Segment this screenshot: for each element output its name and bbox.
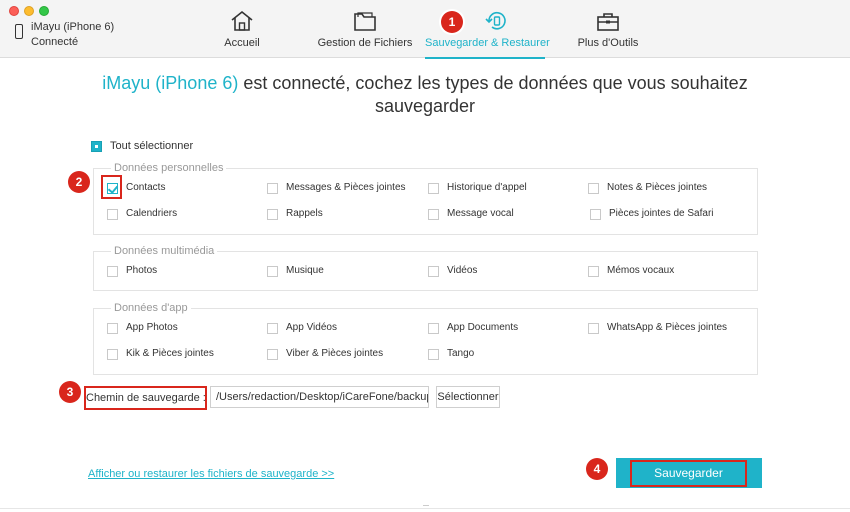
- checkbox-box[interactable]: [107, 323, 118, 334]
- checkbox-label: Musique: [286, 265, 324, 276]
- active-tab-indicator: [425, 57, 545, 59]
- checkbox-box[interactable]: [107, 349, 118, 360]
- checkbox-label: Vidéos: [447, 265, 478, 276]
- checkbox-label: Viber & Pièces jointes: [286, 348, 384, 359]
- toolbox-icon: [597, 13, 619, 31]
- checkbox-box[interactable]: [428, 266, 439, 277]
- checkbox-label: Photos: [126, 265, 158, 276]
- checkbox-label: Message vocal: [447, 208, 514, 219]
- step-marker-1: 1: [441, 11, 463, 33]
- tab-label: Plus d'Outils: [577, 37, 639, 49]
- checkbox-box[interactable]: [107, 209, 118, 220]
- checkbox-label: Mémos vocaux: [607, 265, 675, 276]
- title-text: est connecté, cochez les types de donnée…: [238, 73, 748, 116]
- step-marker-3: 3: [59, 381, 81, 403]
- view-restore-backups-link[interactable]: Afficher ou restaurer les fichiers de sa…: [88, 468, 334, 480]
- backup-restore-icon: [485, 11, 506, 30]
- group-donnees-personnelles: Données personnelles Contacts Messages &…: [93, 162, 758, 235]
- close-window-button[interactable]: [9, 6, 19, 16]
- checkbox-box[interactable]: [107, 266, 118, 277]
- device-name: iMayu (iPhone 6): [31, 21, 115, 33]
- backup-path-field[interactable]: /Users/redaction/Desktop/iCareFone/backu…: [210, 386, 429, 408]
- highlight-contacts-checkbox: [101, 175, 122, 199]
- checkbox-box[interactable]: [428, 209, 439, 220]
- backup-path-label: Chemin de sauvegarde :: [84, 386, 207, 410]
- tab-accueil[interactable]: Accueil: [212, 0, 272, 58]
- checkbox-box[interactable]: [428, 183, 439, 194]
- title-bar: iMayu (iPhone 6) Connecté Accueil Gestio…: [0, 0, 850, 59]
- checkbox-box[interactable]: [588, 323, 599, 334]
- resize-grip[interactable]: [423, 505, 429, 511]
- save-button-label: Sauvegarder: [630, 460, 747, 487]
- select-path-button[interactable]: Sélectionner: [436, 386, 500, 408]
- device-status: Connecté: [31, 36, 79, 48]
- phone-icon: [15, 24, 23, 39]
- select-all-label: Tout sélectionner: [110, 140, 194, 152]
- checkbox-label: Pièces jointes de Safari: [609, 208, 714, 219]
- zoom-window-button[interactable]: [39, 6, 49, 16]
- checkbox-box[interactable]: [267, 349, 278, 360]
- group-title: Données multimédia: [111, 245, 218, 257]
- checkbox-box[interactable]: [590, 209, 601, 220]
- checkbox-label: Calendriers: [126, 208, 178, 219]
- checkbox-label: Rappels: [286, 208, 323, 219]
- tab-gestion-fichiers[interactable]: Gestion de Fichiers: [315, 0, 415, 58]
- checkbox-label: Kik & Pièces jointes: [126, 348, 214, 359]
- tab-plus-outils[interactable]: Plus d'Outils: [572, 0, 644, 58]
- checkbox-label: Contacts: [126, 182, 166, 193]
- checkbox-label: App Vidéos: [286, 322, 337, 333]
- connected-device-name: iMayu (iPhone 6): [102, 73, 239, 93]
- checkbox-label: Tango: [447, 348, 475, 359]
- checkbox-label: App Documents: [447, 322, 519, 333]
- group-donnees-app: Données d'app App Photos App Vidéos App …: [93, 302, 758, 375]
- step-marker-2: 2: [68, 171, 90, 193]
- checkbox-box[interactable]: [428, 349, 439, 360]
- checkbox-box[interactable]: [588, 183, 599, 194]
- step-marker-4: 4: [586, 458, 608, 480]
- tab-label: Sauvegarder & Restaurer: [425, 37, 550, 49]
- checkbox-box[interactable]: [267, 266, 278, 277]
- checkbox-box[interactable]: [267, 323, 278, 334]
- select-all-box[interactable]: [91, 141, 102, 152]
- checkbox-box[interactable]: [588, 266, 599, 277]
- page-title: iMayu (iPhone 6) est connecté, cochez le…: [60, 72, 790, 118]
- checkbox-box[interactable]: [267, 209, 278, 220]
- checkbox-label: Notes & Pièces jointes: [607, 182, 708, 193]
- checkbox-label: Messages & Pièces jointes: [286, 182, 406, 193]
- home-icon: [231, 10, 253, 31]
- group-title: Données personnelles: [111, 162, 227, 174]
- minimize-window-button[interactable]: [24, 6, 34, 16]
- tab-label: Gestion de Fichiers: [317, 37, 413, 49]
- tab-label: Accueil: [224, 37, 260, 49]
- save-button[interactable]: Sauvegarder: [616, 458, 762, 488]
- checkbox-label: WhatsApp & Pièces jointes: [607, 322, 728, 333]
- checkbox-box[interactable]: [428, 323, 439, 334]
- checkbox-label: App Photos: [126, 322, 178, 333]
- group-donnees-multimedia: Données multimédia Photos Musique Vidéos…: [93, 245, 758, 291]
- folder-icon: [354, 12, 376, 31]
- checkbox-box[interactable]: [267, 183, 278, 194]
- group-title: Données d'app: [111, 302, 191, 314]
- checkbox-label: Historique d'appel: [447, 182, 527, 193]
